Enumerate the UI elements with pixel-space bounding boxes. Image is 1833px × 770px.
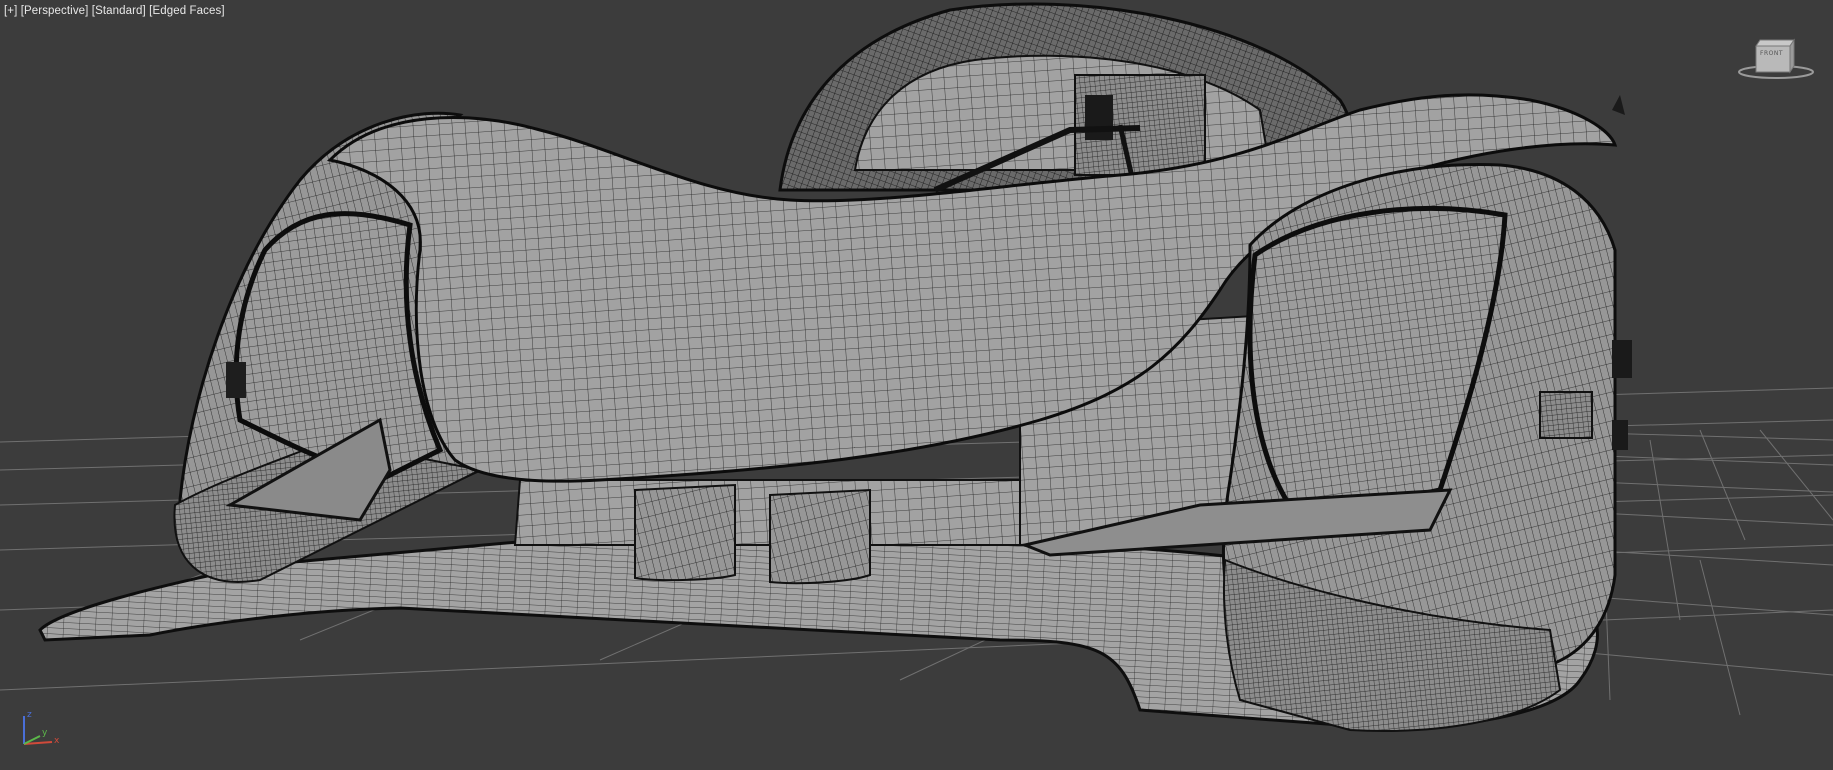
- axis-x-label: x: [54, 736, 60, 746]
- viewport-point-of-view-menu[interactable]: [Perspective]: [21, 5, 89, 17]
- viewcube[interactable]: FRONT: [1736, 36, 1816, 86]
- axis-y-label: y: [42, 728, 48, 738]
- axis-tripod: z x y: [18, 710, 62, 752]
- axis-z-label: z: [27, 710, 32, 720]
- viewport-label-menu: [+] [Perspective] [Standard] [Edged Face…: [4, 5, 225, 17]
- viewport-shading-style-menu[interactable]: [Standard]: [92, 5, 146, 17]
- viewport-general-menu[interactable]: [+]: [4, 5, 17, 17]
- viewport-display-mode-menu[interactable]: [Edged Faces]: [149, 5, 224, 17]
- viewcube-face-label: FRONT: [1760, 50, 1783, 57]
- axis-tripod-icon: [23, 716, 53, 745]
- scene-render: [0, 2, 1833, 732]
- perspective-viewport[interactable]: [+] [Perspective] [Standard] [Edged Face…: [0, 0, 1833, 770]
- viewcube-icon: [1738, 38, 1814, 79]
